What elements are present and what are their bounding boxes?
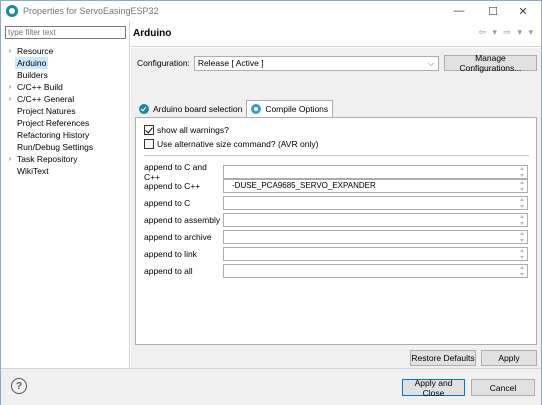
- field-row-c: append to C: [144, 196, 528, 210]
- footer: ? Apply and Close Cancel: [1, 369, 541, 405]
- alt-size-command-checkbox[interactable]: [144, 139, 154, 149]
- sidebar: ›Resource Arduino Builders ›C/C++ Build …: [5, 26, 126, 366]
- tab-compile-options[interactable]: Compile Options: [246, 100, 334, 117]
- field-label: append to archive: [144, 232, 212, 242]
- sidebar-item-project-natures[interactable]: Project Natures: [5, 105, 126, 117]
- field-row-all: append to all: [144, 264, 528, 278]
- tab-arduino-board-selection[interactable]: Arduino board selection: [135, 100, 246, 117]
- sidebar-item-label: Arduino: [15, 57, 49, 69]
- spinner-icon[interactable]: [518, 249, 525, 259]
- minimize-button[interactable]: —: [441, 1, 477, 21]
- tab-bar: Arduino board selection Compile Options: [135, 100, 334, 117]
- chevron-right-icon[interactable]: ›: [5, 81, 15, 93]
- sidebar-item-label: Project References: [17, 118, 90, 128]
- append-c-input[interactable]: [223, 196, 528, 210]
- tab-label: Compile Options: [265, 104, 329, 114]
- field-value: -DUSE_PCA9685_SERVO_EXPANDER: [232, 181, 376, 190]
- eclipse-app-icon: [6, 5, 18, 17]
- sidebar-item-builders[interactable]: Builders: [5, 69, 126, 81]
- sidebar-item-label: Run/Debug Settings: [17, 142, 94, 152]
- configuration-value: Release [ Active ]: [197, 57, 264, 68]
- sidebar-item-wikitext[interactable]: WikiText: [5, 165, 126, 177]
- field-row-assembly: append to assembly: [144, 213, 528, 227]
- help-icon[interactable]: ?: [11, 378, 27, 394]
- append-cpp-input[interactable]: -DUSE_PCA9685_SERVO_EXPANDER: [223, 179, 528, 193]
- spinner-icon[interactable]: [518, 198, 525, 208]
- sidebar-item-label: C/C++ Build: [17, 82, 63, 92]
- sidebar-item-resource[interactable]: › Resource: [5, 45, 126, 57]
- page-content: Configuration: Release [ Active ] ⌵ Mana…: [131, 48, 541, 368]
- field-label: append to assembly: [144, 215, 221, 225]
- field-row-archive: append to archive: [144, 230, 528, 244]
- window-title: Properties for ServoEasingESP32: [23, 6, 159, 16]
- chevron-right-icon[interactable]: ›: [5, 45, 15, 57]
- sidebar-item-arduino[interactable]: Arduino: [5, 57, 126, 69]
- sidebar-item-label: Task Repository: [17, 154, 78, 164]
- compile-options-panel: show all warnings? Use alternative size …: [135, 117, 537, 345]
- sidebar-item-cpp-general[interactable]: › C/C++ General: [5, 93, 126, 105]
- configuration-row: Configuration: Release [ Active ] ⌵ Mana…: [137, 53, 537, 73]
- sidebar-item-label: Project Natures: [17, 106, 76, 116]
- append-all-input[interactable]: [223, 264, 528, 278]
- checkbox-label: Use alternative size command? (AVR only): [157, 139, 319, 149]
- cancel-button[interactable]: Cancel: [471, 379, 535, 396]
- show-all-warnings-option[interactable]: show all warnings?: [144, 125, 229, 135]
- sidebar-item-label: C/C++ General: [17, 94, 75, 104]
- alt-size-command-option[interactable]: Use alternative size command? (AVR only): [144, 139, 318, 149]
- chevron-right-icon[interactable]: ›: [5, 153, 15, 165]
- close-button[interactable]: ✕: [505, 1, 541, 21]
- sidebar-item-run-debug-settings[interactable]: Run/Debug Settings: [5, 141, 126, 153]
- manage-configurations-button[interactable]: Manage Configurations...: [443, 53, 537, 73]
- filter-input[interactable]: [5, 26, 126, 39]
- field-label: append to all: [144, 266, 193, 276]
- check-circle-icon: [139, 103, 149, 114]
- field-row-link: append to link: [144, 247, 528, 261]
- gear-icon: [251, 104, 262, 114]
- sidebar-item-label: Builders: [17, 70, 48, 80]
- sidebar-item-cpp-build[interactable]: › C/C++ Build: [5, 81, 126, 93]
- tab-label: Arduino board selection: [153, 103, 243, 114]
- sidebar-item-label: Resource: [17, 46, 54, 56]
- spinner-icon[interactable]: [518, 215, 525, 225]
- append-assembly-input[interactable]: [223, 213, 528, 227]
- restore-defaults-button[interactable]: Restore Defaults: [410, 350, 476, 366]
- configuration-select[interactable]: Release [ Active ] ⌵: [193, 55, 439, 71]
- apply-button[interactable]: Apply: [481, 350, 537, 366]
- divider: [144, 155, 529, 156]
- show-all-warnings-checkbox[interactable]: [144, 125, 154, 135]
- configuration-label: Configuration:: [137, 58, 190, 68]
- properties-window: Properties for ServoEasingESP32 — ☐ ✕ ›R…: [0, 0, 542, 405]
- history-nav-icon[interactable]: ⇦ ▾ ⇨ ▾ ▾: [478, 27, 535, 38]
- sidebar-item-label: WikiText: [17, 166, 49, 176]
- sidebar-item-label: Refactoring History: [17, 130, 90, 140]
- field-label: append to C: [144, 198, 191, 208]
- append-link-input[interactable]: [223, 247, 528, 261]
- field-label: append to link: [144, 249, 197, 259]
- spinner-icon[interactable]: [518, 181, 525, 191]
- sidebar-item-task-repository[interactable]: › Task Repository: [5, 153, 126, 165]
- checkbox-label: show all warnings?: [157, 125, 229, 135]
- append-c-and-cpp-input[interactable]: [223, 165, 528, 179]
- sidebar-item-refactoring-history[interactable]: Refactoring History: [5, 129, 126, 141]
- spinner-icon[interactable]: [518, 167, 525, 177]
- append-archive-input[interactable]: [223, 230, 528, 244]
- title-bar: Properties for ServoEasingESP32 — ☐ ✕: [1, 1, 541, 21]
- field-row-cpp: append to C++ -DUSE_PCA9685_SERVO_EXPAND…: [144, 179, 528, 193]
- chevron-down-icon: ⌵: [427, 58, 434, 68]
- main-pane: Arduino ⇦ ▾ ⇨ ▾ ▾ Configuration: Release…: [131, 21, 541, 368]
- apply-and-close-button[interactable]: Apply and Close: [402, 378, 465, 398]
- spinner-icon[interactable]: [518, 266, 525, 276]
- spinner-icon[interactable]: [518, 232, 525, 242]
- property-tree: › Resource Arduino Builders › C/C++ Build …: [5, 45, 126, 177]
- field-label: append to C++: [144, 181, 201, 191]
- sidebar-item-project-references[interactable]: Project References: [5, 117, 126, 129]
- chevron-right-icon[interactable]: ›: [5, 93, 15, 105]
- pane-divider[interactable]: [129, 21, 130, 368]
